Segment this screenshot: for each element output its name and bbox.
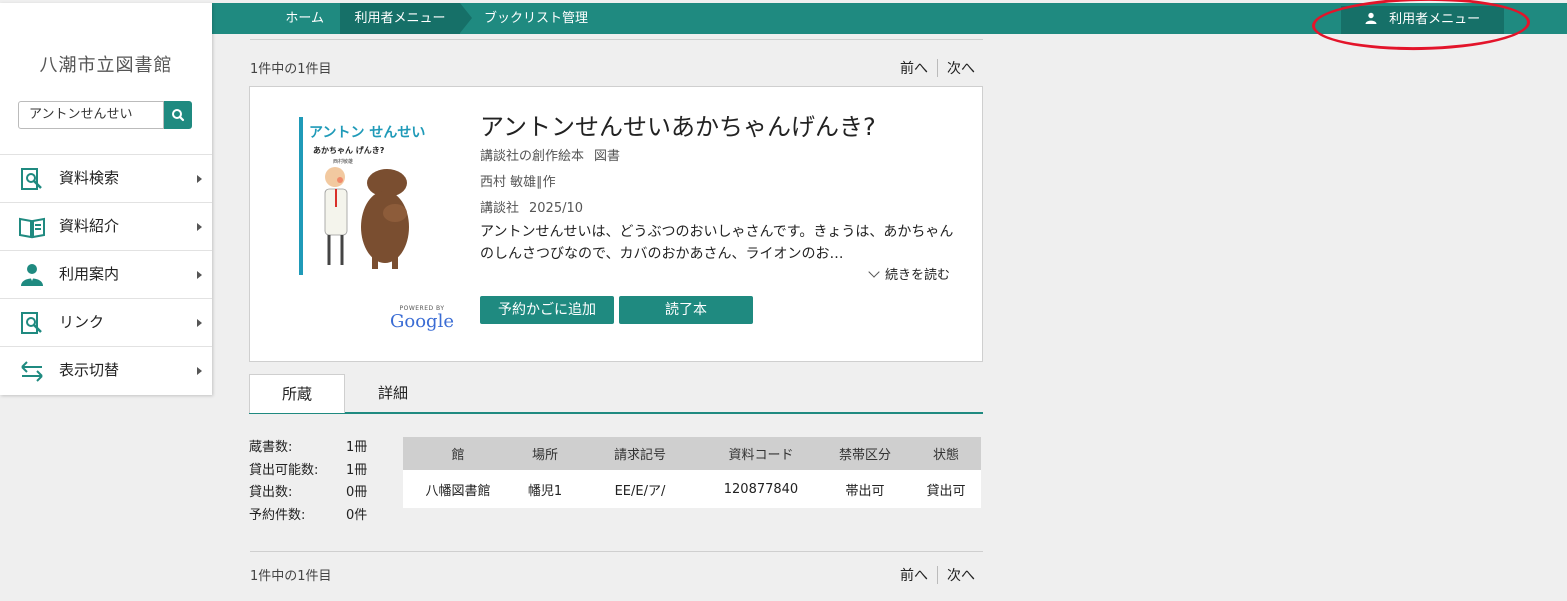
pager-top: 前へ 次へ [900, 58, 975, 78]
sidebar-item-label: 資料紹介 [59, 217, 120, 235]
pager-separator [937, 59, 938, 77]
book-publication-line: 講談社 2025/10 [480, 197, 583, 216]
read-book-button[interactable]: 読了本 [619, 296, 753, 324]
chevron-down-icon [868, 266, 880, 278]
table-cell: EE/E/ア/ [577, 470, 703, 508]
google-logo: Google [390, 311, 454, 332]
chevron-right-icon [197, 319, 202, 327]
column-header: 場所 [513, 437, 577, 470]
book-description: アントンせんせいは、どうぶつのおいしゃさんです。きょうは、あかちゃんのしんさつび… [480, 224, 954, 262]
sidebar-item-search[interactable]: 資料検索 [0, 154, 212, 202]
book-series: 講談社の創作絵本 [480, 149, 585, 164]
book-publisher: 講談社 [480, 201, 520, 216]
detail-tabs: 所蔵 詳細 [249, 374, 983, 414]
book-series-line: 講談社の創作絵本 図書 [480, 145, 620, 164]
sidebar-item-label: リンク [59, 313, 105, 331]
cover-title: アントン せんせい [309, 125, 425, 141]
stat-value: 1冊 [346, 440, 368, 455]
breadcrumb-home[interactable]: ホーム [212, 3, 341, 34]
column-header: 資料コード [703, 437, 819, 470]
search-button[interactable] [164, 101, 192, 129]
stat-label: 予約件数: [249, 507, 306, 523]
book-date: 2025/10 [529, 201, 584, 216]
column-header: 状態 [911, 437, 981, 470]
result-count: 1件中の1件目 [250, 569, 332, 584]
cover-author: 西村敏雄 [333, 158, 353, 165]
breadcrumb: ホーム 利用者メニュー ブックリスト管理 [212, 3, 588, 34]
stat-value: 0冊 [346, 485, 368, 500]
sidebar-nav: 資料検索 資料紹介 利用案内 リンク 表示切替 [0, 154, 212, 394]
stat-label: 貸出数: [249, 485, 293, 500]
book-card: アントン せんせい あかちゃん げんき? 西村敏雄 POWERED BY Goo… [249, 86, 983, 362]
library-name[interactable]: 八潮市立図書館 [0, 51, 212, 77]
table-row: 八幡図書館 幡児1 EE/E/ア/ 120877840 帯出可 貸出可 [403, 470, 981, 508]
sidebar-item-display-switch[interactable]: 表示切替 [0, 346, 212, 394]
table-cell: 帯出可 [819, 470, 911, 508]
chevron-right-icon [197, 271, 202, 279]
book-cover-image[interactable]: アントン せんせい あかちゃん げんき? 西村敏雄 [299, 117, 425, 275]
sidebar-item-label: 資料検索 [59, 169, 120, 187]
open-book-icon [19, 217, 45, 239]
table-cell: 八幡図書館 [403, 470, 513, 508]
divider [250, 39, 983, 40]
chevron-right-icon [197, 223, 202, 231]
next-link[interactable]: 次へ [947, 61, 975, 77]
sidebar-item-label: 表示切替 [59, 361, 120, 379]
pager-separator [937, 566, 938, 584]
holding-stats: 蔵書数: 1冊 貸出可能数: 1冊 貸出数: 0冊 予約件数: 0件 [249, 437, 367, 527]
google-books-badge[interactable]: POWERED BY Google [390, 305, 454, 332]
person-icon [21, 264, 43, 286]
stat-row: 貸出数: 0冊 [249, 482, 367, 505]
stat-label: 蔵書数: [249, 440, 293, 455]
breadcrumb-user-menu[interactable]: 利用者メニュー [340, 3, 472, 34]
chevron-right-icon [197, 367, 202, 375]
sidebar-item-guide[interactable]: 利用案内 [0, 250, 212, 298]
read-more-label: 続きを読む [885, 268, 951, 283]
breadcrumb-booklist: ブックリスト管理 [484, 11, 589, 26]
tab-details[interactable]: 詳細 [345, 374, 441, 413]
prev-link[interactable]: 前へ [900, 568, 928, 584]
column-header: 請求記号 [577, 437, 703, 470]
table-cell: 貸出可 [911, 470, 981, 508]
table-cell: 幡児1 [513, 470, 577, 508]
prev-link[interactable]: 前へ [900, 61, 928, 77]
stat-row: 貸出可能数: 1冊 [249, 460, 367, 483]
switch-arrows-icon [21, 361, 43, 382]
divider [250, 551, 983, 552]
material-type: 図書 [594, 149, 621, 164]
result-count: 1件中の1件目 [250, 62, 332, 77]
table-cell: 120877840 [703, 470, 819, 508]
sidebar: 八潮市立図書館 アントンせんせい 資料検索 資料紹介 利用案内 リンク 表示切替 [0, 3, 212, 395]
stat-label: 貸出可能数: [249, 462, 319, 478]
add-to-reservation-cart-button[interactable]: 予約かごに追加 [480, 296, 614, 324]
holdings-table: 館 場所 請求記号 資料コード 禁帯区分 状態 八幡図書館 幡児1 EE/E/ア… [403, 437, 981, 508]
column-header: 館 [403, 437, 513, 470]
sidebar-item-label: 利用案内 [59, 265, 120, 283]
book-search-icon [21, 168, 42, 190]
column-header: 禁帯区分 [819, 437, 911, 470]
search-icon [172, 109, 185, 122]
chevron-right-icon [197, 175, 202, 183]
table-header-row: 館 場所 請求記号 資料コード 禁帯区分 状態 [403, 437, 981, 470]
read-more-link[interactable]: 続きを読む [868, 264, 951, 283]
sidebar-item-links[interactable]: リンク [0, 298, 212, 346]
book-author: 西村 敏雄∥作 [480, 175, 556, 190]
stat-row: 蔵書数: 1冊 [249, 437, 367, 460]
cover-subtitle: あかちゃん げんき? [313, 145, 385, 155]
stat-value: 1冊 [346, 462, 368, 478]
stat-row: 予約件数: 0件 [249, 505, 367, 528]
tab-holdings[interactable]: 所蔵 [249, 374, 345, 413]
book-title[interactable]: アントンせんせいあかちゃんげんき? [480, 107, 876, 142]
pager-bottom: 前へ 次へ [900, 565, 975, 585]
highlight-circle [1311, 0, 1531, 52]
stat-value: 0件 [346, 507, 368, 523]
book-search-icon [21, 312, 42, 334]
sidebar-item-introduction[interactable]: 資料紹介 [0, 202, 212, 250]
next-link[interactable]: 次へ [947, 568, 975, 584]
search-input[interactable]: アントンせんせい [18, 101, 164, 129]
